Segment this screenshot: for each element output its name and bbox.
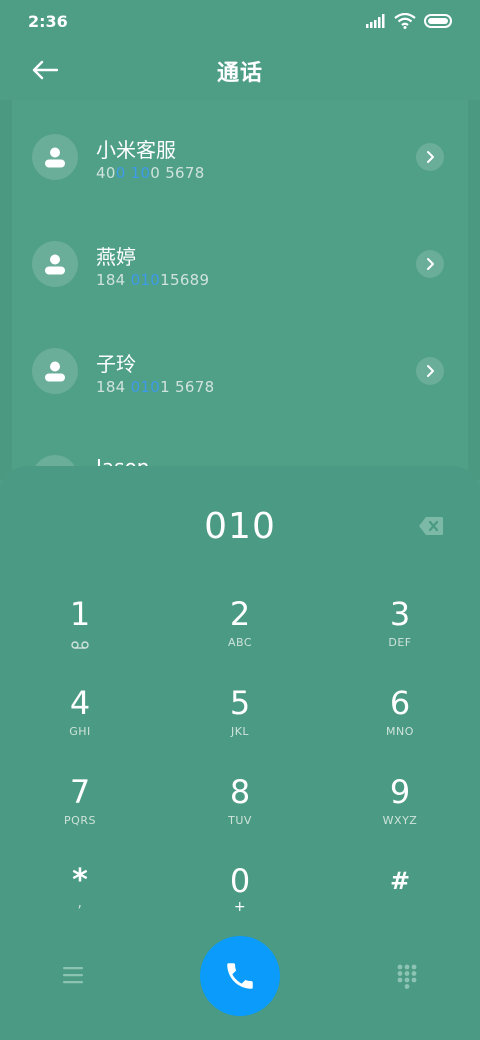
key-8[interactable]: 8 TUV (180, 772, 300, 852)
key-3[interactable]: 3 DEF (340, 594, 460, 674)
contact-item[interactable]: 燕婷 184 01015689 (0, 207, 480, 297)
key-star[interactable]: * , (20, 861, 140, 941)
contact-number: 400 100 5678 (96, 164, 205, 182)
contact-item[interactable]: 小米客服 400 100 5678 (0, 100, 480, 190)
chevron-right-icon (427, 365, 434, 377)
key-6[interactable]: 6 MNO (340, 683, 460, 763)
wifi-icon (394, 13, 416, 29)
avatar (32, 134, 78, 180)
signal-icon (366, 14, 385, 28)
contact-detail-button[interactable] (416, 357, 444, 385)
call-button[interactable] (200, 936, 280, 1016)
back-button[interactable] (28, 56, 62, 84)
key-9[interactable]: 9 WXYZ (340, 772, 460, 852)
page-title: 通话 (216, 61, 263, 86)
contact-name: 小米客服 (96, 138, 176, 162)
dialpad-grid-icon[interactable] (396, 964, 418, 990)
battery-icon (424, 14, 452, 28)
menu-icon[interactable] (62, 964, 84, 986)
header: 通话 (0, 42, 480, 100)
contact-name: 子玲 (96, 352, 136, 376)
status-icons (366, 13, 454, 29)
contact-list: 小米客服 400 100 5678 燕婷 184 01015689 子玲 184… (0, 100, 480, 480)
avatar (32, 241, 78, 287)
contact-number: 184 01015689 (96, 271, 210, 289)
status-time: 2:36 (28, 11, 68, 31)
key-4[interactable]: 4 GHI (20, 683, 140, 763)
phone-icon (227, 963, 253, 989)
key-7[interactable]: 7 PQRS (20, 772, 140, 852)
contact-name: 燕婷 (96, 245, 136, 269)
contact-detail-button[interactable] (416, 250, 444, 278)
person-icon (45, 254, 65, 275)
key-5[interactable]: 5 JKL (180, 683, 300, 763)
dialed-number: 010 (204, 506, 276, 547)
chevron-right-icon (427, 151, 434, 163)
status-bar: 2:36 (0, 0, 480, 42)
key-hash[interactable]: # (340, 861, 460, 941)
key-2[interactable]: 2 ABC (180, 594, 300, 674)
arrow-left-icon (32, 60, 58, 80)
dialpad-actions (0, 934, 480, 1018)
contact-detail-button[interactable] (416, 143, 444, 171)
contact-item[interactable]: 子玲 184 0101 5678 (0, 314, 480, 404)
key-1[interactable]: 1 (20, 594, 140, 674)
person-icon (45, 147, 65, 168)
dialpad: 010 1 2 ABC 3 DEF 4 GHI 5 JKL 6 MNO 7 PQ… (0, 466, 480, 1040)
key-0[interactable]: 0 + (180, 861, 300, 941)
contact-number: 184 0101 5678 (96, 378, 215, 396)
person-icon (45, 361, 65, 382)
voicemail-icon (71, 641, 89, 649)
backspace-icon[interactable] (418, 516, 444, 536)
avatar (32, 348, 78, 394)
chevron-right-icon (427, 258, 434, 270)
